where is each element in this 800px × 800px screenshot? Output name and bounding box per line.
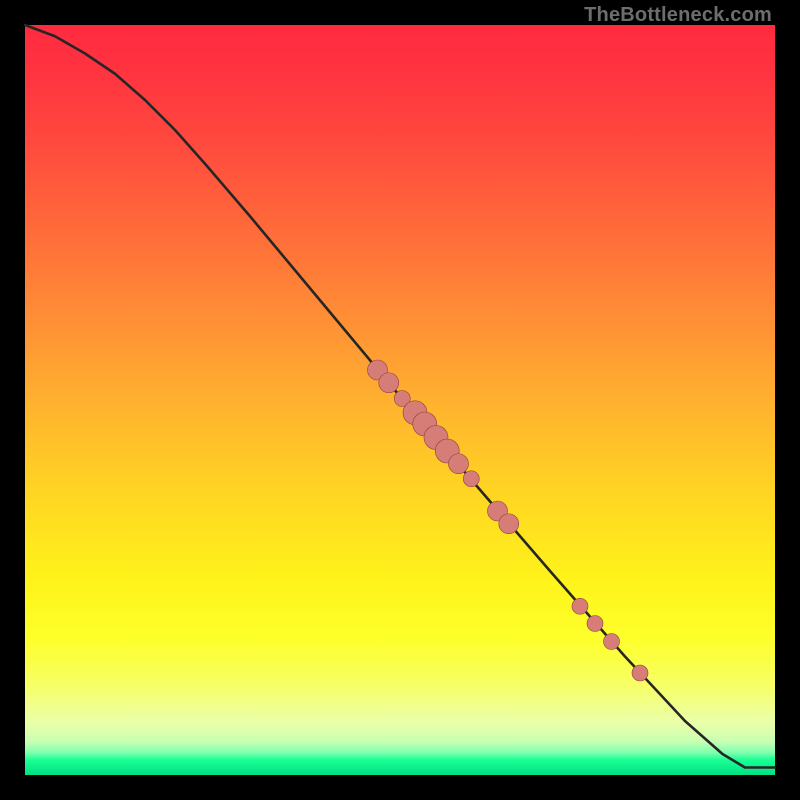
chart-container: TheBottleneck.com <box>0 0 800 800</box>
chart-plot-area <box>25 25 775 775</box>
watermark-text: TheBottleneck.com <box>584 4 772 27</box>
